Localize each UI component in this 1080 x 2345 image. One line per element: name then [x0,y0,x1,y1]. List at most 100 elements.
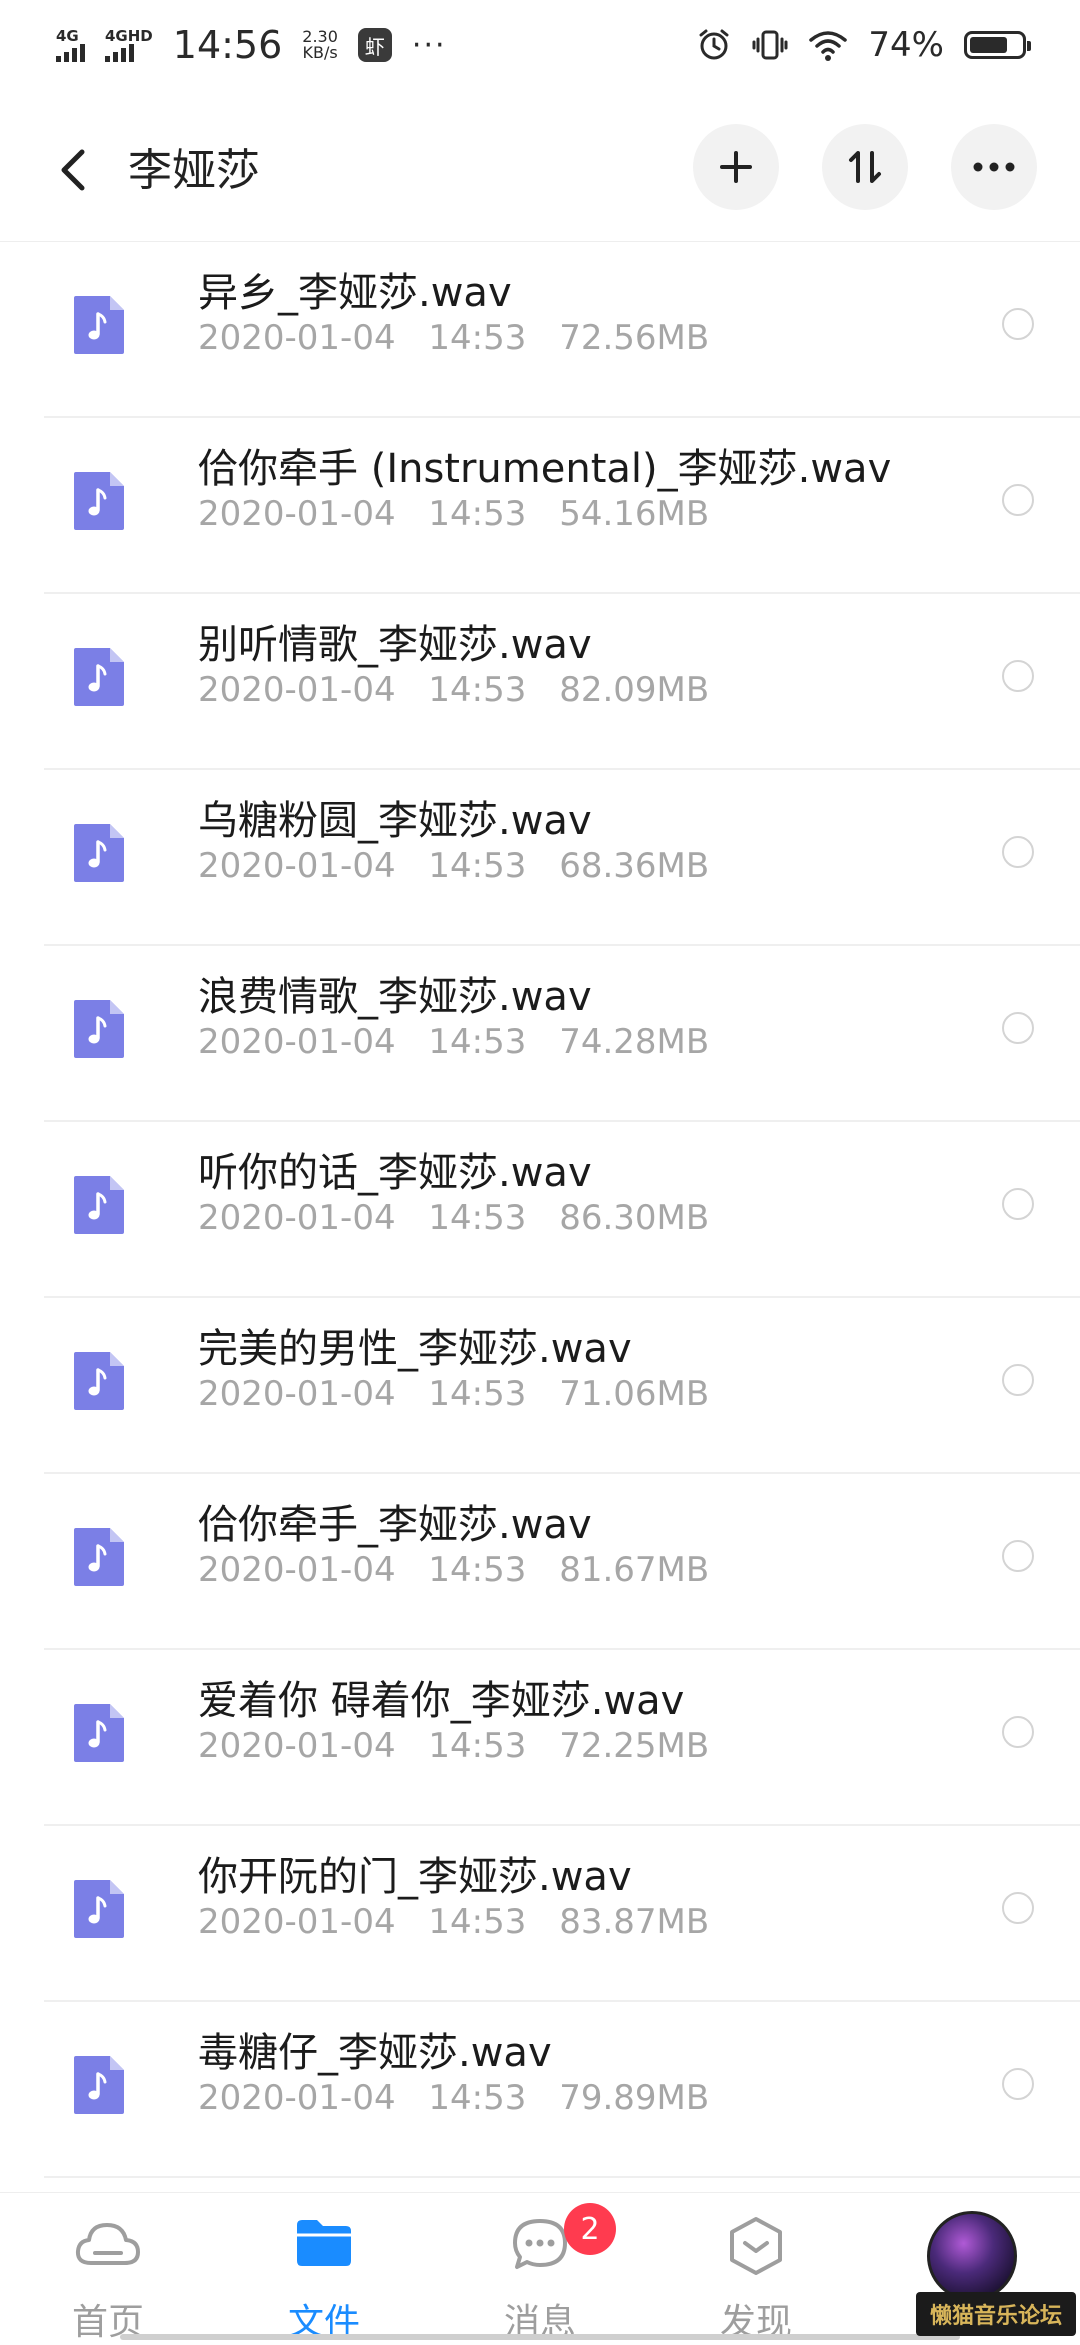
signal-bars-icon [105,44,134,62]
file-size: 72.25MB [559,1726,710,1766]
file-time: 14:53 [428,1902,527,1942]
file-size: 86.30MB [559,1198,710,1238]
audio-file-icon [74,1528,124,1586]
file-row[interactable]: 浪费情歌_李娅莎.wav 2020-01-04 14:53 74.28MB [0,946,1080,1122]
battery-icon [964,31,1031,59]
folder-icon [297,2220,351,2266]
file-size: 54.16MB [559,494,710,534]
nav-files[interactable]: 文件 [216,2193,432,2343]
file-row[interactable]: 完美的男性_李娅莎.wav 2020-01-04 14:53 71.06MB [0,1298,1080,1474]
avatar[interactable] [927,2211,1017,2301]
file-date: 2020-01-04 [198,2078,396,2118]
file-size: 83.87MB [559,1902,710,1942]
select-radio[interactable] [1002,1892,1034,1924]
file-time: 14:53 [428,1726,527,1766]
select-radio[interactable] [1002,1716,1034,1748]
file-row[interactable]: 毒糖仔_李娅莎.wav 2020-01-04 14:53 79.89MB [0,2002,1080,2178]
select-radio[interactable] [1002,836,1034,868]
file-date: 2020-01-04 [198,1374,396,1414]
file-time: 14:53 [428,2078,527,2118]
signal-4ghd: 4GHD [105,28,153,62]
file-date: 2020-01-04 [198,670,396,710]
nav-discover[interactable]: 发现 [648,2193,864,2343]
select-radio[interactable] [1002,1364,1034,1396]
file-size: 68.36MB [559,846,710,886]
file-meta: 2020-01-04 14:53 74.28MB [198,1022,709,1062]
cloud-icon [75,2223,140,2265]
back-arrow-icon[interactable] [50,140,100,200]
file-name: 毒糖仔_李娅莎.wav [198,2030,552,2076]
discover-hexagon-icon [730,2217,782,2275]
select-radio[interactable] [1002,660,1034,692]
nav-messages[interactable]: 2 消息 [432,2193,648,2343]
select-radio[interactable] [1002,1540,1034,1572]
network-speed: 2.30 KB/s [302,27,338,62]
file-row[interactable]: 爱着你 碍着你_李娅莎.wav 2020-01-04 14:53 72.25MB [0,1650,1080,1826]
file-time: 14:53 [428,1022,527,1062]
select-radio[interactable] [1002,1188,1034,1220]
file-size: 81.67MB [559,1550,710,1590]
signal-4g: 4G [56,28,85,62]
file-row[interactable]: 听你的话_李娅莎.wav 2020-01-04 14:53 86.30MB [0,1122,1080,1298]
select-radio[interactable] [1002,2068,1034,2100]
plus-icon [720,151,752,183]
audio-file-icon [74,2056,124,2114]
page-title: 李娅莎 [128,145,260,196]
audio-file-icon [74,1704,124,1762]
watermark: 懒猫音乐论坛 [915,2292,1076,2336]
file-date: 2020-01-04 [198,846,396,886]
audio-file-icon [74,1880,124,1938]
file-size: 74.28MB [559,1022,710,1062]
more-options-button[interactable] [951,124,1037,210]
file-name: 佮你牵手_李娅莎.wav [198,1502,592,1548]
file-name: 爱着你 碍着你_李娅莎.wav [198,1678,685,1724]
sort-button[interactable] [822,124,908,210]
file-name: 异乡_李娅莎.wav [198,270,512,316]
audio-file-icon [74,1176,124,1234]
file-meta: 2020-01-04 14:53 86.30MB [198,1198,709,1238]
file-row[interactable]: 别听情歌_李娅莎.wav 2020-01-04 14:53 82.09MB [0,594,1080,770]
signal-bars-icon [56,44,85,62]
more-notifications-icon: ··· [411,27,447,63]
file-time: 14:53 [428,494,527,534]
nav-home[interactable]: 首页 [0,2193,216,2343]
file-time: 14:53 [428,1550,527,1590]
file-meta: 2020-01-04 14:53 83.87MB [198,1902,709,1942]
file-size: 79.89MB [559,2078,710,2118]
file-name: 佮你牵手 (Instrumental)_李娅莎.wav [198,446,892,492]
file-date: 2020-01-04 [198,1902,396,1942]
audio-file-icon [74,824,124,882]
file-row[interactable]: 异乡_李娅莎.wav 2020-01-04 14:53 72.56MB [0,242,1080,418]
file-row[interactable]: 你开阮的门_李娅莎.wav 2020-01-04 14:53 83.87MB [0,1826,1080,2002]
file-size: 82.09MB [559,670,710,710]
file-date: 2020-01-04 [198,494,396,534]
file-date: 2020-01-04 [198,1726,396,1766]
file-meta: 2020-01-04 14:53 54.16MB [198,494,709,534]
select-radio[interactable] [1002,484,1034,516]
select-radio[interactable] [1002,1012,1034,1044]
add-button[interactable] [693,124,779,210]
wifi-icon [809,31,848,61]
alarm-icon [699,29,729,60]
file-time: 14:53 [428,1374,527,1414]
file-meta: 2020-01-04 14:53 72.25MB [198,1726,709,1766]
file-time: 14:53 [428,1198,527,1238]
file-list: 异乡_李娅莎.wav 2020-01-04 14:53 72.56MB 佮你牵手 (… [0,242,1080,2178]
status-bar: 4G 4GHD 14:56 2.30 KB/s 虾 ··· 74% [0,0,1080,90]
audio-file-icon [74,296,124,354]
file-meta: 2020-01-04 14:53 71.06MB [198,1374,709,1414]
file-row[interactable]: 佮你牵手 (Instrumental)_李娅莎.wav 2020-01-04 14… [0,418,1080,594]
file-date: 2020-01-04 [198,1022,396,1062]
audio-file-icon [74,648,124,706]
more-horizontal-icon [973,162,1015,172]
select-radio[interactable] [1002,308,1034,340]
file-meta: 2020-01-04 14:53 72.56MB [198,318,709,358]
file-row[interactable]: 佮你牵手_李娅莎.wav 2020-01-04 14:53 81.67MB [0,1474,1080,1650]
audio-file-icon [74,472,124,530]
file-row[interactable]: 乌糖粉圆_李娅莎.wav 2020-01-04 14:53 68.36MB [0,770,1080,946]
file-name: 浪费情歌_李娅莎.wav [198,974,592,1020]
audio-file-icon [74,1352,124,1410]
messages-badge: 2 [564,2203,616,2255]
battery-level [970,37,1007,53]
vibrate-icon [752,30,788,60]
